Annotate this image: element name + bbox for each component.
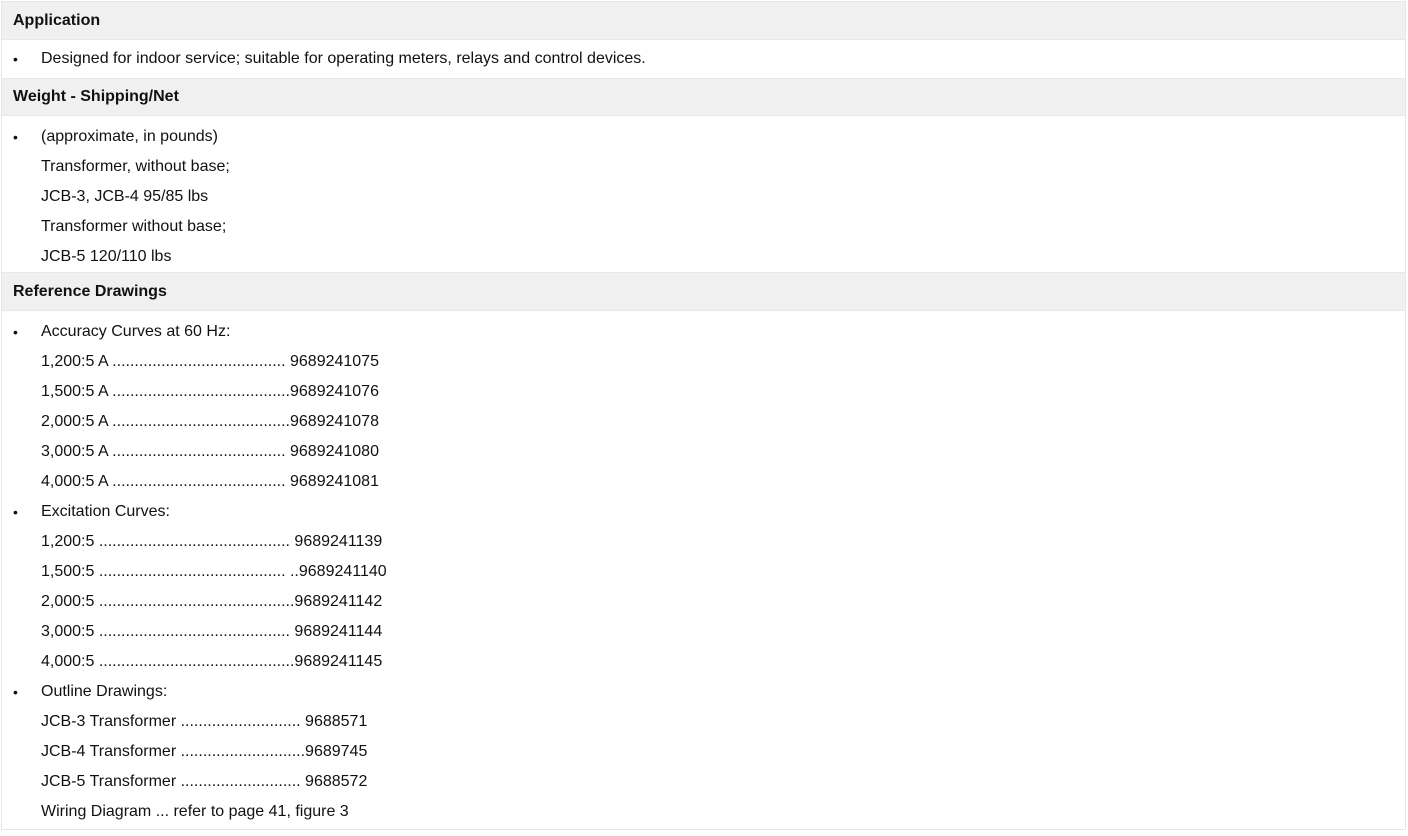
list-item: 2,000:5 A ..............................… bbox=[2, 407, 1405, 437]
list-item: • Designed for indoor service; suitable f… bbox=[2, 40, 1405, 78]
list-item: 3,000:5 A ..............................… bbox=[2, 437, 1405, 467]
section-body-application: • Designed for indoor service; suitable f… bbox=[2, 40, 1405, 78]
list-item-text: Designed for indoor service; suitable fo… bbox=[41, 50, 646, 67]
list-item: 2,000:5 ................................… bbox=[2, 587, 1405, 617]
list-item-text: Excitation Curves: bbox=[41, 503, 170, 520]
list-item: 1,500:5 A ..............................… bbox=[2, 377, 1405, 407]
list-item-text: 1,200:5 ................................… bbox=[41, 533, 383, 550]
list-item-text: JCB-3, JCB-4 95/85 lbs bbox=[41, 188, 209, 205]
list-item-text: Transformer without base; bbox=[41, 218, 227, 235]
section-body-weight: • (approximate, in pounds) Transformer, wi… bbox=[2, 116, 1405, 273]
list-item: JCB-3 Transformer ......................… bbox=[2, 707, 1405, 737]
bullet-icon: • bbox=[13, 324, 18, 340]
list-item: JCB-3, JCB-4 95/85 lbs bbox=[2, 182, 1405, 212]
list-item-text: JCB-3 Transformer ......................… bbox=[41, 713, 368, 730]
list-item: • Excitation Curves: bbox=[2, 497, 1405, 527]
list-item-text: 3,000:5 ................................… bbox=[41, 623, 383, 640]
list-item-text: 1,500:5 ................................… bbox=[41, 563, 387, 580]
list-item: • Outline Drawings: bbox=[2, 677, 1405, 707]
list-item-text: 1,200:5 A ..............................… bbox=[41, 353, 379, 370]
section-title: Reference Drawings bbox=[13, 282, 167, 300]
bullet-icon: • bbox=[13, 504, 18, 520]
section-title: Weight - Shipping/Net bbox=[13, 88, 179, 105]
list-item-text: JCB-5 120/110 lbs bbox=[41, 248, 172, 265]
section-header-reference: Reference Drawings bbox=[2, 273, 1405, 311]
list-item: • Accuracy Curves at 60 Hz: bbox=[2, 317, 1405, 347]
section-header-weight: Weight - Shipping/Net bbox=[2, 78, 1405, 116]
list-item: 1,500:5 ................................… bbox=[2, 557, 1405, 587]
bullet-icon: • bbox=[13, 51, 18, 67]
list-item-text: Accuracy Curves at 60 Hz: bbox=[41, 323, 231, 340]
section-title: Application bbox=[13, 11, 101, 29]
list-item-text: Outline Drawings: bbox=[41, 683, 168, 700]
list-item-text: 4,000:5 A ..............................… bbox=[41, 473, 379, 490]
list-item: Transformer, without base; bbox=[2, 152, 1405, 182]
list-item: JCB-4 Transformer ......................… bbox=[2, 737, 1405, 767]
bullet-icon: • bbox=[13, 684, 18, 700]
list-item: Transformer without base; bbox=[2, 212, 1405, 242]
list-item: 4,000:5 A ..............................… bbox=[2, 467, 1405, 497]
list-item: 3,000:5 ................................… bbox=[2, 617, 1405, 647]
list-item-text: Transformer, without base; bbox=[41, 158, 230, 175]
list-item-text: 3,000:5 A ..............................… bbox=[41, 443, 379, 460]
list-item-text: 2,000:5 ................................… bbox=[41, 593, 383, 610]
list-item-text: (approximate, in pounds) bbox=[41, 128, 218, 145]
list-item: JCB-5 120/110 lbs bbox=[2, 242, 1405, 272]
list-item: 4,000:5 ................................… bbox=[2, 647, 1405, 677]
list-item: • (approximate, in pounds) bbox=[2, 122, 1405, 152]
list-item-text: JCB-4 Transformer ......................… bbox=[41, 743, 368, 760]
list-item: JCB-5 Transformer ......................… bbox=[2, 767, 1405, 797]
list-item-text: 2,000:5 A ..............................… bbox=[41, 413, 379, 430]
list-item-text: Wiring Diagram ... refer to page 41, fig… bbox=[41, 803, 349, 820]
list-item-text: 1,500:5 A ..............................… bbox=[41, 383, 379, 400]
list-item: Wiring Diagram ... refer to page 41, fig… bbox=[2, 797, 1405, 827]
list-item-text: JCB-5 Transformer ......................… bbox=[41, 773, 368, 790]
bullet-icon: • bbox=[13, 129, 18, 145]
list-item-text: 4,000:5 ................................… bbox=[41, 653, 383, 670]
spec-document: Application • Designed for indoor service… bbox=[1, 1, 1406, 830]
section-body-reference: • Accuracy Curves at 60 Hz: 1,200:5 A ....… bbox=[2, 311, 1405, 827]
list-item: 1,200:5 A ..............................… bbox=[2, 347, 1405, 377]
section-header-application: Application bbox=[2, 2, 1405, 40]
list-item: 1,200:5 ................................… bbox=[2, 527, 1405, 557]
